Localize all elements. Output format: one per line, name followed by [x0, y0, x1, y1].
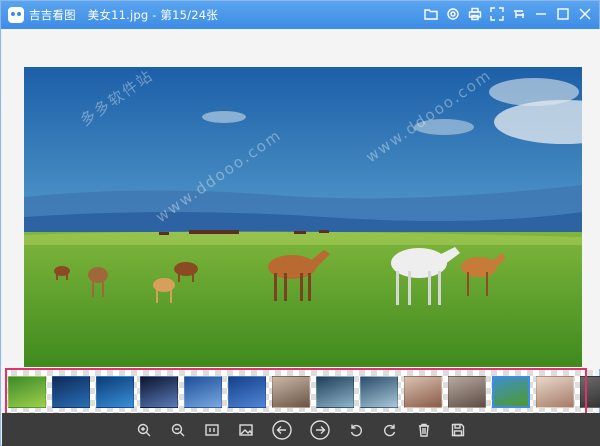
thumb-horses-current[interactable]	[492, 375, 530, 408]
thumb-dark[interactable]	[580, 375, 600, 408]
minimize-icon[interactable]	[533, 6, 549, 22]
image-viewer[interactable]: 多多软件站 www.ddooo.com www.ddooo.com	[2, 29, 600, 369]
zoom-in-icon[interactable]	[133, 418, 155, 442]
window-title: 吉吉看图 美女11.jpg - 第15/24张	[29, 7, 218, 23]
actual-size-icon[interactable]	[201, 418, 223, 442]
thumb-blue-apple-2[interactable]	[96, 375, 134, 408]
thumb-blue-apple[interactable]	[52, 375, 90, 408]
rotate-right-icon[interactable]	[379, 418, 401, 442]
app-window: 吉吉看图 美女11.jpg - 第15/24张 多多软件站 www.ddooo.…	[0, 0, 600, 446]
app-logo-icon	[8, 7, 24, 23]
thumb-galaxy[interactable]	[140, 375, 178, 408]
close-icon[interactable]	[577, 6, 593, 22]
app-name: 吉吉看图	[29, 8, 76, 22]
thumb-portrait-2[interactable]	[448, 375, 486, 408]
maximize-icon[interactable]	[555, 6, 571, 22]
pin-icon[interactable]	[511, 6, 527, 22]
rotate-left-icon[interactable]	[345, 418, 367, 442]
fullscreen-icon[interactable]	[489, 6, 505, 22]
settings-icon[interactable]	[445, 6, 461, 22]
delete-icon[interactable]	[413, 418, 435, 442]
title-actions	[423, 6, 593, 22]
zoom-out-icon[interactable]	[167, 418, 189, 442]
thumb-blue-abstract[interactable]	[228, 375, 266, 408]
thumb-blue-sky[interactable]	[184, 375, 222, 408]
save-icon[interactable]	[447, 418, 469, 442]
previous-icon[interactable]	[269, 418, 295, 442]
next-icon[interactable]	[307, 418, 333, 442]
thumb-mountain-lake[interactable]	[360, 375, 398, 408]
image-icon[interactable]	[235, 418, 257, 442]
thumb-portrait-1[interactable]	[404, 375, 442, 408]
thumb-group-photo[interactable]	[272, 375, 310, 408]
print-icon[interactable]	[467, 6, 483, 22]
title-bar[interactable]: 吉吉看图 美女11.jpg - 第15/24张	[1, 1, 599, 29]
filmstrip[interactable]	[5, 370, 600, 413]
thumb-lake[interactable]	[316, 375, 354, 408]
file-title: 美女11.jpg - 第15/24张	[87, 8, 218, 22]
thumb-portrait-3[interactable]	[536, 375, 574, 408]
main-photo[interactable]: 多多软件站 www.ddooo.com www.ddooo.com	[24, 67, 582, 367]
bottom-toolbar	[2, 413, 600, 446]
thumb-green-leaf[interactable]	[8, 375, 46, 408]
folder-icon[interactable]	[423, 6, 439, 22]
